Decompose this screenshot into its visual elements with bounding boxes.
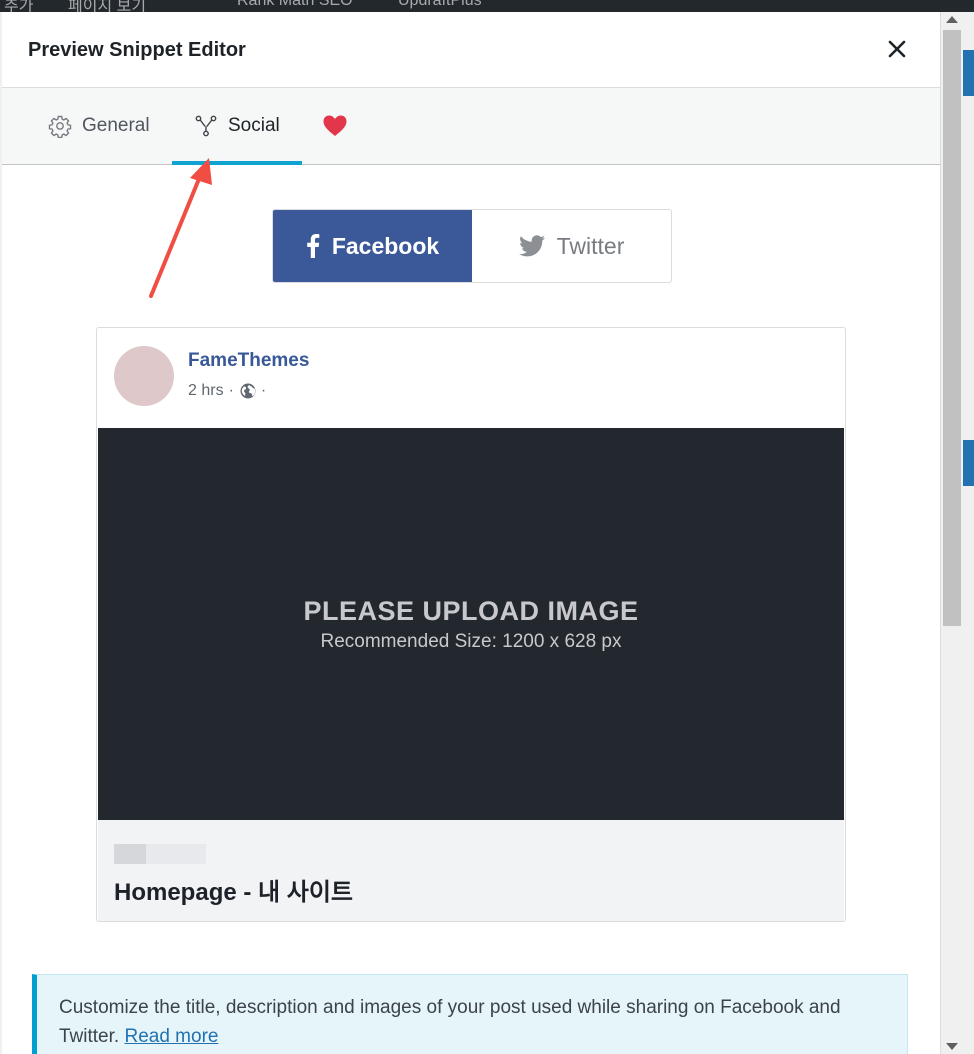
modal-title: Preview Snippet Editor [28,39,246,61]
social-network-switch: Facebook Twitter [272,209,672,283]
close-button[interactable] [884,36,910,62]
admin-bar: 추가 페이지 보기 Rank Math SEO UpdraftPlus [0,0,974,12]
modal-header: Preview Snippet Editor [2,12,940,88]
meta-separator: · [260,382,267,399]
twitter-icon [518,235,545,257]
twitter-label: Twitter [556,232,625,259]
notice-text: Customize the title, description and ima… [59,993,889,1051]
read-more-link[interactable]: Read more [124,1026,218,1047]
meta-separator: · [228,382,234,399]
globe-icon [240,383,256,399]
admin-bar-item[interactable]: UpdraftPlus [398,0,482,10]
image-placeholder-subtitle: Recommended Size: 1200 x 628 px [320,630,622,652]
admin-bar-item[interactable]: Rank Math SEO [237,0,353,10]
post-time: 2 hrs [188,382,224,399]
tab-support[interactable] [322,88,348,164]
facebook-button[interactable]: Facebook [273,210,472,282]
share-nodes-icon [195,115,217,137]
facebook-icon [307,234,320,258]
page-name: FameThemes [188,350,310,371]
facebook-label: Facebook [331,232,440,259]
background-button [962,440,974,486]
scroll-up-arrow-icon[interactable] [946,16,958,23]
close-icon [888,40,906,58]
blurred-url [114,844,206,864]
tab-general-label: General [82,115,150,136]
admin-bar-item[interactable]: 추가 [4,0,33,12]
info-notice: Customize the title, description and ima… [32,974,908,1054]
facebook-preview-card: FameThemes 2 hrs · · PLEASE UPLOAD IMAGE… [96,327,846,922]
avatar [114,346,174,406]
heart-icon [323,115,347,136]
link-preview-footer: Homepage - 내 사이트 [98,820,844,921]
background-page-right [940,12,974,1054]
image-placeholder[interactable]: PLEASE UPLOAD IMAGE Recommended Size: 12… [98,428,844,820]
twitter-button[interactable]: Twitter [472,210,671,282]
preview-snippet-editor-modal: Preview Snippet Editor General Social Fa… [2,12,940,1054]
scroll-down-arrow-icon[interactable] [946,1043,958,1050]
gear-icon [48,115,72,138]
background-button [962,50,974,96]
post-title: Homepage - 내 사이트 [114,879,354,906]
admin-bar-item[interactable]: 페이지 보기 [68,0,146,12]
annotation-arrow-icon [149,158,212,298]
scrollbar[interactable] [940,12,963,1054]
scrollbar-thumb[interactable] [943,30,961,626]
tab-social-label: Social [228,115,280,136]
image-placeholder-title: PLEASE UPLOAD IMAGE [303,595,639,626]
post-meta: 2 hrs · · [188,382,266,400]
